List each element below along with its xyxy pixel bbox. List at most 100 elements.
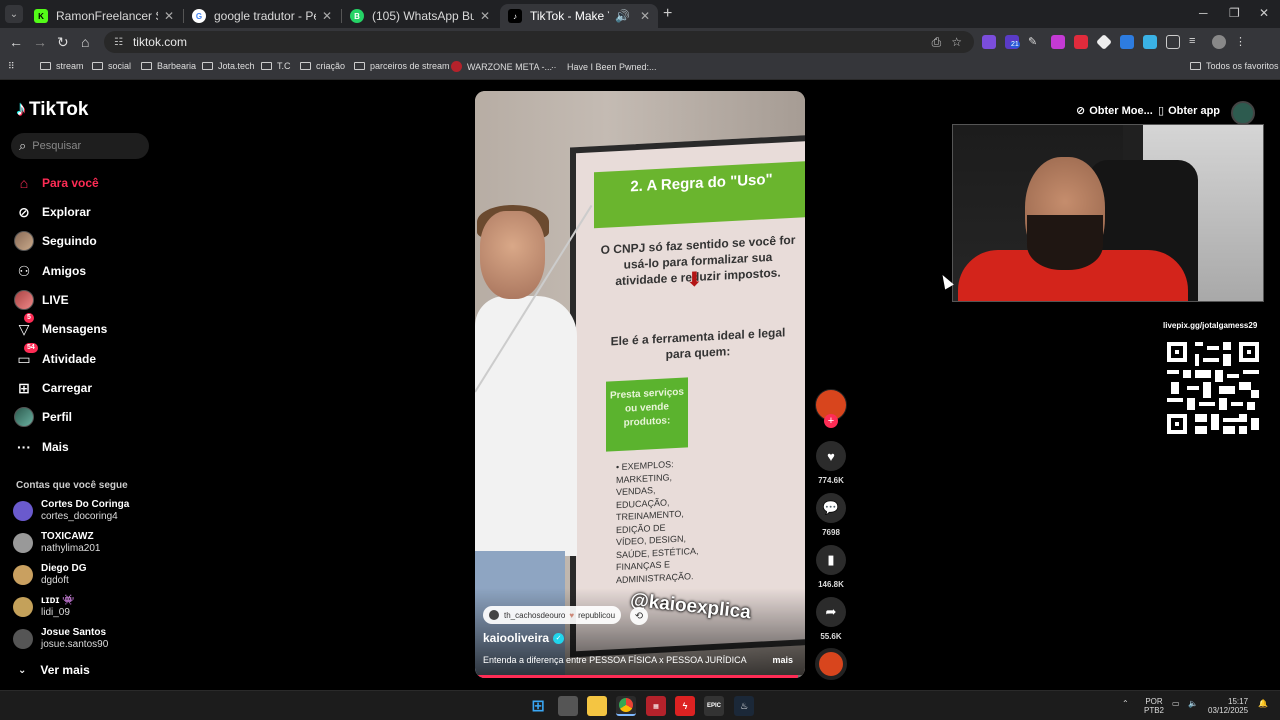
close-icon[interactable]: ✕ [640, 9, 650, 23]
followed-account[interactable]: Cortes Do Coringa cortes_docoring4 [13, 499, 129, 523]
bookmark-jota-tech[interactable]: Jota.tech [202, 61, 255, 71]
google-icon: G [192, 9, 206, 23]
nav-profile[interactable]: Perfil [14, 407, 72, 427]
bookmark-barbearia[interactable]: Barbearia [141, 61, 196, 71]
chrome-icon[interactable] [616, 696, 636, 716]
nav-activity[interactable]: ▭ 54 Atividade [14, 343, 96, 369]
volume-icon[interactable]: 🔈 [1188, 699, 1198, 708]
nav-following[interactable]: Seguindo [14, 231, 97, 251]
bookmark-criacao[interactable]: criação [300, 61, 345, 71]
extension-badge-icon[interactable]: 21 [1005, 35, 1020, 49]
back-button[interactable]: ← [9, 34, 23, 50]
translate-icon[interactable] [1120, 35, 1134, 49]
board-list: • EXEMPLOS: MARKETING, VENDAS, EDUCAÇÃO,… [616, 459, 699, 585]
phone-icon: ▯ [1158, 105, 1165, 117]
search-input[interactable] [32, 140, 133, 152]
site-info-icon[interactable]: ☷ [114, 37, 123, 48]
network-icon[interactable]: ▭ [1172, 699, 1180, 708]
nav-explore[interactable]: ⊘ Explorar [14, 202, 91, 222]
reading-list-icon[interactable]: ≡ [1189, 35, 1203, 49]
followed-account[interactable]: TOXICAWZ nathylima201 [13, 531, 100, 555]
follow-plus-icon[interactable]: + [824, 414, 838, 428]
epic-games-icon[interactable]: EPIC [704, 696, 724, 716]
language-indicator[interactable]: POR PTB2 [1144, 697, 1164, 715]
video-author[interactable]: kaiooliveira ✓ [483, 631, 565, 645]
tiktok-sidebar: ♪ TikTok ⌕ ⌂ Para você ⊘ Explorar Seguin… [0, 81, 170, 690]
forward-button[interactable]: → [33, 34, 47, 50]
address-bar[interactable]: ☷ tiktok.com ⎙ ☆ [104, 31, 974, 53]
see-more-button[interactable]: ⌄ Ver mais [18, 663, 90, 677]
search-box[interactable]: ⌕ [11, 133, 149, 159]
coin-icon: ⊘ [1076, 105, 1086, 117]
speaker-icon[interactable]: 🔊 [615, 9, 630, 23]
nav-upload[interactable]: ⊞ Carregar [14, 378, 92, 398]
nav-for-you[interactable]: ⌂ Para você [14, 173, 99, 193]
reload-button[interactable]: ↻ [57, 34, 69, 51]
bookmark-hibp[interactable]: ‥ Have I Been Pwned:... [551, 61, 657, 72]
pen-icon[interactable]: ✎ [1028, 35, 1042, 49]
file-explorer-icon[interactable] [587, 696, 607, 716]
windows-start-icon[interactable]: ⊞ [528, 696, 548, 716]
restore-button[interactable]: ❐ [1229, 6, 1240, 20]
menu-kebab-icon[interactable]: ⋮ [1235, 35, 1249, 49]
download-icon[interactable] [1143, 35, 1157, 49]
bookmark-star-icon[interactable]: ☆ [951, 35, 962, 50]
tab-ramonfreelancer[interactable]: K RamonFreelancer Stream - Wat ✕ [26, 4, 182, 28]
bookmark-parceiros[interactable]: parceiros de stream [354, 61, 450, 71]
nav-more[interactable]: ··· Mais [14, 437, 69, 457]
followed-account[interactable]: ʟɪᴅɪ 👾 lidi_09 [13, 595, 75, 619]
save-button[interactable]: ▮ [816, 545, 846, 575]
home-button[interactable]: ⌂ [81, 34, 89, 50]
tray-overflow-icon[interactable]: ⌃ [1122, 699, 1129, 708]
video-progress-bar[interactable] [475, 675, 805, 678]
bookmark-warzone[interactable]: WARZONE META -... [451, 61, 552, 72]
clock[interactable]: 15:17 03/12/2025 [1208, 697, 1248, 715]
tab-google-tradutor[interactable]: G google tradutor - Pesquisa Goo ✕ [184, 4, 340, 28]
puzzle-icon[interactable] [1166, 35, 1180, 49]
bookmark-social[interactable]: social [92, 61, 131, 71]
music-disc-icon[interactable] [815, 648, 847, 680]
minimize-button[interactable]: ─ [1199, 6, 1208, 20]
nav-friends[interactable]: ⚇ Amigos [14, 261, 86, 281]
bookmark-stream[interactable]: stream [40, 61, 84, 71]
bookmark-tc[interactable]: T.C [261, 61, 291, 71]
close-window-button[interactable]: ✕ [1259, 6, 1269, 20]
followed-account[interactable]: Josue Santos josue.santos90 [13, 627, 108, 651]
tiktok-logo[interactable]: ♪ TikTok [16, 98, 88, 121]
extension-icon[interactable] [1051, 35, 1065, 49]
close-icon[interactable]: ✕ [480, 9, 490, 23]
repost-icon[interactable]: ⟲ [630, 607, 648, 625]
close-icon[interactable]: ✕ [164, 9, 174, 23]
share-button[interactable]: ➦ [816, 597, 846, 627]
tab-whatsapp[interactable]: B (105) WhatsApp Business ✕ [342, 4, 498, 28]
flash-app-icon[interactable]: ϟ [675, 696, 695, 716]
get-app-button[interactable]: ▯ Obter app [1158, 104, 1220, 118]
search-icon: ⌕ [19, 138, 27, 153]
nav-messages[interactable]: ▽ 5 Mensagens [14, 313, 107, 339]
task-view-icon[interactable] [558, 696, 578, 716]
extension-icon[interactable] [1074, 35, 1088, 49]
close-icon[interactable]: ✕ [322, 9, 332, 23]
steam-icon[interactable]: ♨ [734, 696, 754, 716]
notifications-icon[interactable]: 🔔 [1258, 699, 1268, 708]
video-player[interactable]: 2. A Regra do "Uso" O CNPJ só faz sentid… [475, 91, 805, 678]
profile-avatar[interactable] [1231, 101, 1255, 125]
compass-icon: ⊘ [18, 203, 30, 220]
apps-icon[interactable]: ⠿ [8, 61, 15, 72]
get-coins-button[interactable]: ⊘ Obter Moe... [1076, 104, 1153, 118]
nav-live[interactable]: LIVE [14, 290, 69, 310]
repost-chip[interactable]: th_cachosdeouro ♥ republicou [483, 606, 622, 624]
install-app-icon[interactable]: ⎙ [932, 35, 942, 50]
tab-search-button[interactable]: ⌄ [5, 5, 23, 23]
profile-avatar-icon[interactable] [1212, 35, 1226, 49]
new-tab-button[interactable]: + [663, 5, 672, 23]
more-button[interactable]: mais [772, 655, 793, 665]
comment-button[interactable]: 💬 [816, 493, 846, 523]
meeter-icon[interactable]: ▦ [646, 696, 666, 716]
extension-icon[interactable] [1096, 34, 1112, 50]
tab-tiktok[interactable]: ♪ TikTok - Make Your Day 🔊 ✕ [500, 4, 658, 28]
all-bookmarks[interactable]: Todos os favoritos [1190, 61, 1279, 71]
like-button[interactable]: ♥ [816, 441, 846, 471]
followed-account[interactable]: Diego DG dgdoft [13, 563, 87, 587]
extension-icon[interactable] [982, 35, 996, 49]
